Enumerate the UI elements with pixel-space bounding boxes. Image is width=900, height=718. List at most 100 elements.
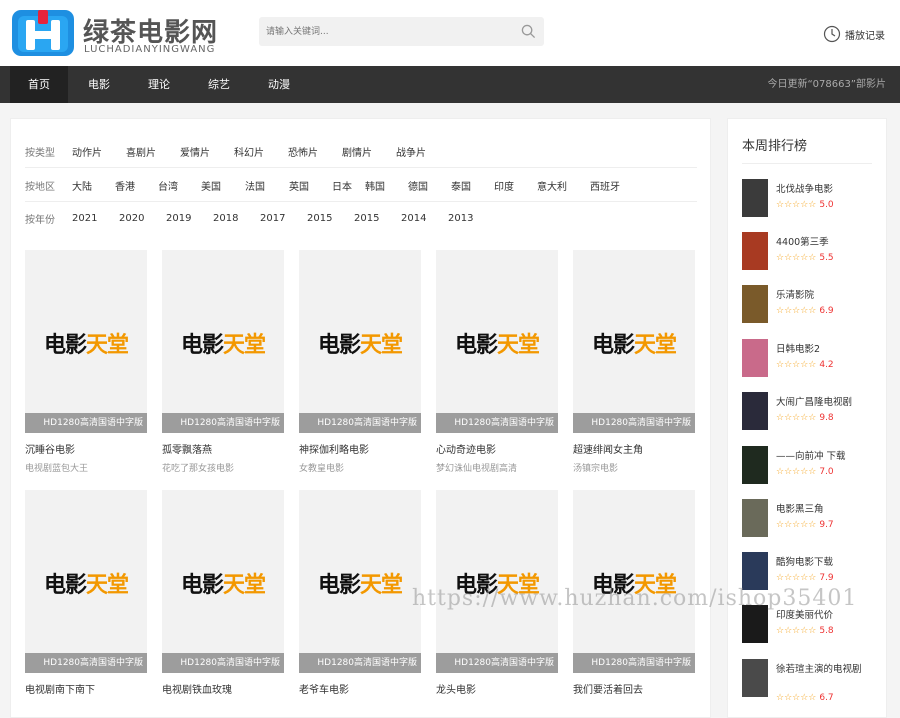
filter-option[interactable]: 意大利	[537, 178, 590, 193]
ranking-thumbnail[interactable]	[742, 446, 768, 484]
movie-title[interactable]: 电视剧南下南下	[25, 681, 147, 696]
ranking-item[interactable]: 日韩电影2 ☆☆☆☆☆ 4.2	[742, 339, 882, 379]
nav-item-movies[interactable]: 电影	[70, 66, 128, 103]
filter-option[interactable]: 泰国	[451, 178, 494, 193]
filter-option[interactable]: 法国	[245, 178, 289, 193]
ranking-thumbnail[interactable]	[742, 605, 768, 643]
movie-poster[interactable]: 电影天堂 HD1280高清国语中字版	[25, 490, 147, 673]
filter-option[interactable]: 英国	[289, 178, 332, 193]
movie-card[interactable]: 电影天堂 HD1280高清国语中字版 超速绯闻女主角 汤镇宗电影	[573, 250, 695, 474]
filter-option[interactable]: 2018	[213, 213, 260, 224]
filter-option[interactable]: 2017	[260, 213, 307, 224]
movie-card[interactable]: 电影天堂 HD1280高清国语中字版 电视剧铁血玫瑰	[162, 490, 284, 696]
filter-option[interactable]: 德国	[408, 178, 451, 193]
filter-option[interactable]: 2014	[401, 213, 448, 224]
filter-option[interactable]: 科幻片	[234, 144, 288, 159]
filter-option[interactable]: 韩国	[365, 178, 408, 193]
movie-card[interactable]: 电影天堂 HD1280高清国语中字版 心动奇迹电影 梦幻诛仙电视剧高清	[436, 250, 558, 474]
movie-subtitle[interactable]: 花吃了那女孩电影	[162, 461, 284, 474]
filter-option[interactable]: 西班牙	[590, 178, 630, 193]
ranking-name[interactable]: ——向前冲 下载	[776, 450, 876, 463]
movie-card[interactable]: 电影天堂 HD1280高清国语中字版 龙头电影	[436, 490, 558, 696]
movie-poster[interactable]: 电影天堂 HD1280高清国语中字版	[436, 490, 558, 673]
filter-option[interactable]: 台湾	[158, 178, 201, 193]
ranking-item[interactable]: 徐若瑄主演的电视剧 ☆☆☆☆☆ 6.7	[742, 659, 882, 705]
movie-title[interactable]: 孤零飘落燕	[162, 441, 284, 456]
movie-title[interactable]: 我们要活着回去	[573, 681, 695, 696]
ranking-name[interactable]: 乐清影院	[776, 289, 876, 302]
movie-subtitle[interactable]: 电视剧蓝包大王	[25, 461, 147, 474]
movie-title[interactable]: 老爷车电影	[299, 681, 421, 696]
ranking-thumbnail[interactable]	[742, 659, 768, 697]
nav-item-theory[interactable]: 理论	[130, 66, 188, 103]
movie-title[interactable]: 电视剧铁血玫瑰	[162, 681, 284, 696]
filter-option[interactable]: 大陆	[72, 178, 115, 193]
history-link[interactable]: 播放记录	[823, 24, 885, 44]
movie-subtitle[interactable]: 梦幻诛仙电视剧高清	[436, 461, 558, 474]
ranking-thumbnail[interactable]	[742, 339, 768, 377]
movie-card[interactable]: 电影天堂 HD1280高清国语中字版 神探伽利略电影 女教皇电影	[299, 250, 421, 474]
filter-option[interactable]: 剧情片	[342, 144, 396, 159]
nav-item-anime[interactable]: 动漫	[250, 66, 308, 103]
ranking-name[interactable]: 北伐战争电影	[776, 183, 876, 196]
movie-poster[interactable]: 电影天堂 HD1280高清国语中字版	[162, 490, 284, 673]
ranking-thumbnail[interactable]	[742, 232, 768, 270]
search-icon[interactable]	[521, 24, 536, 39]
ranking-thumbnail[interactable]	[742, 392, 768, 430]
filter-option[interactable]: 香港	[115, 178, 158, 193]
filter-option[interactable]: 美国	[201, 178, 245, 193]
movie-title[interactable]: 龙头电影	[436, 681, 558, 696]
ranking-name[interactable]: 徐若瑄主演的电视剧	[776, 663, 876, 676]
ranking-name[interactable]: 日韩电影2	[776, 343, 876, 356]
ranking-thumbnail[interactable]	[742, 552, 768, 590]
ranking-thumbnail[interactable]	[742, 179, 768, 217]
movie-title[interactable]: 神探伽利略电影	[299, 441, 421, 456]
movie-poster[interactable]: 电影天堂 HD1280高清国语中字版	[436, 250, 558, 433]
ranking-item[interactable]: 大闹广昌隆电视剧 ☆☆☆☆☆ 9.8	[742, 392, 882, 432]
filter-option[interactable]: 战争片	[396, 144, 450, 159]
movie-poster[interactable]: 电影天堂 HD1280高清国语中字版	[162, 250, 284, 433]
filter-option[interactable]: 2020	[119, 213, 166, 224]
ranking-item[interactable]: 4400第三季 ☆☆☆☆☆ 5.5	[742, 232, 882, 272]
ranking-name[interactable]: 电影黑三角	[776, 503, 876, 516]
movie-subtitle[interactable]: 女教皇电影	[299, 461, 421, 474]
ranking-item[interactable]: ——向前冲 下载 ☆☆☆☆☆ 7.0	[742, 446, 882, 486]
ranking-item[interactable]: 乐清影院 ☆☆☆☆☆ 6.9	[742, 285, 882, 325]
movie-poster[interactable]: 电影天堂 HD1280高清国语中字版	[25, 250, 147, 433]
search-input[interactable]	[259, 17, 509, 46]
filter-option[interactable]: 2015	[307, 213, 354, 224]
ranking-name[interactable]: 4400第三季	[776, 236, 876, 249]
nav-item-variety[interactable]: 综艺	[190, 66, 248, 103]
ranking-name[interactable]: 大闹广昌隆电视剧	[776, 396, 876, 409]
movie-card[interactable]: 电影天堂 HD1280高清国语中字版 沉睡谷电影 电视剧蓝包大王	[25, 250, 147, 474]
movie-poster[interactable]: 电影天堂 HD1280高清国语中字版	[573, 490, 695, 673]
movie-card[interactable]: 电影天堂 HD1280高清国语中字版 老爷车电影	[299, 490, 421, 696]
filter-option[interactable]: 2019	[166, 213, 213, 224]
movie-card[interactable]: 电影天堂 HD1280高清国语中字版 电视剧南下南下	[25, 490, 147, 696]
movie-title[interactable]: 超速绯闻女主角	[573, 441, 695, 456]
ranking-name[interactable]: 酷狗电影下载	[776, 556, 876, 569]
filter-option[interactable]: 喜剧片	[126, 144, 180, 159]
movie-poster[interactable]: 电影天堂 HD1280高清国语中字版	[299, 490, 421, 673]
filter-option[interactable]: 动作片	[72, 144, 126, 159]
filter-option[interactable]: 爱情片	[180, 144, 234, 159]
ranking-item[interactable]: 印度美丽代价 ☆☆☆☆☆ 5.8	[742, 605, 882, 645]
movie-title[interactable]: 心动奇迹电影	[436, 441, 558, 456]
ranking-thumbnail[interactable]	[742, 285, 768, 323]
ranking-item[interactable]: 酷狗电影下载 ☆☆☆☆☆ 7.9	[742, 552, 882, 592]
ranking-name[interactable]: 印度美丽代价	[776, 609, 876, 622]
site-logo[interactable]: 绿茶电影网 LUCHADIANYINGWANG	[12, 10, 222, 58]
filter-option[interactable]: 2021	[72, 213, 119, 224]
movie-subtitle[interactable]: 汤镇宗电影	[573, 461, 695, 474]
movie-poster[interactable]: 电影天堂 HD1280高清国语中字版	[573, 250, 695, 433]
ranking-item[interactable]: 电影黑三角 ☆☆☆☆☆ 9.7	[742, 499, 882, 539]
filter-option[interactable]: 2013	[448, 213, 495, 224]
movie-poster[interactable]: 电影天堂 HD1280高清国语中字版	[299, 250, 421, 433]
filter-option[interactable]: 日本	[332, 178, 365, 193]
ranking-item[interactable]: 北伐战争电影 ☆☆☆☆☆ 5.0	[742, 179, 882, 219]
movie-card[interactable]: 电影天堂 HD1280高清国语中字版 我们要活着回去	[573, 490, 695, 696]
filter-option[interactable]: 印度	[494, 178, 537, 193]
filter-option[interactable]: 2015	[354, 213, 401, 224]
movie-card[interactable]: 电影天堂 HD1280高清国语中字版 孤零飘落燕 花吃了那女孩电影	[162, 250, 284, 474]
nav-item-home[interactable]: 首页	[10, 66, 68, 103]
